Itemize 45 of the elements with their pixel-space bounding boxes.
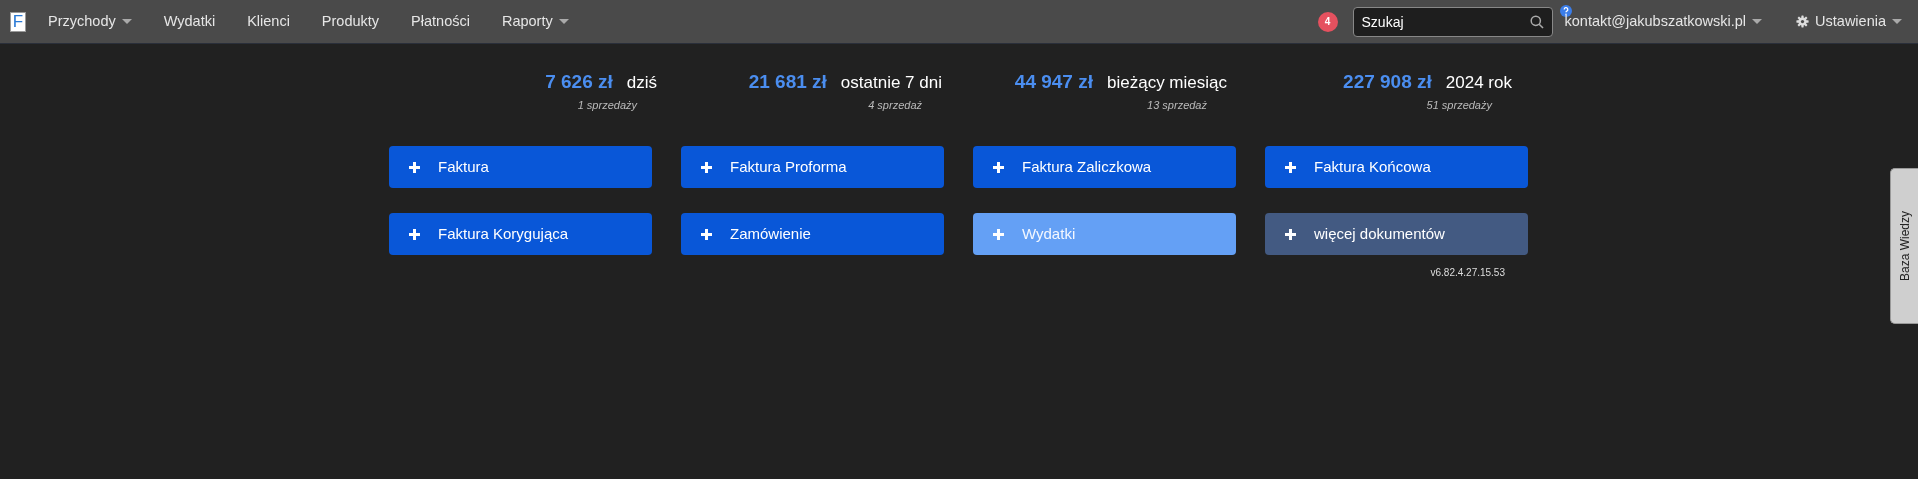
plus-icon <box>993 161 1004 173</box>
sales-amount: 227 908 zł <box>1343 70 1432 94</box>
period-label: dziś <box>626 72 657 94</box>
create-document-button[interactable]: Faktura Proforma <box>681 146 944 188</box>
nav-menu-item[interactable]: Wydatki <box>163 10 216 33</box>
plus-icon <box>409 228 420 240</box>
account-menu[interactable]: kontakt@jakubszatkowski.pl <box>1564 10 1763 33</box>
sales-amount: 7 626 zł <box>545 70 613 94</box>
create-document-button[interactable]: Faktura Końcowa <box>1265 146 1528 188</box>
create-document-button[interactable]: Faktura <box>389 146 652 188</box>
sales-amount: 44 947 zł <box>1014 70 1093 94</box>
create-document-button[interactable]: Faktura Korygująca <box>389 213 652 255</box>
plus-icon <box>1285 161 1296 173</box>
create-document-button[interactable]: Faktura Zaliczkowa <box>973 146 1236 188</box>
period-label: bieżący miesiąc <box>1107 72 1227 94</box>
settings-icon <box>1796 15 1810 28</box>
create-document-button[interactable]: Zamówienie <box>681 213 944 255</box>
version-text: v6.82.4.27.15.53 <box>1430 267 1505 278</box>
search-field[interactable]: Szukaj <box>1352 6 1553 37</box>
plus-icon <box>1285 228 1296 240</box>
search-icon[interactable] <box>1529 14 1544 29</box>
create-document-button[interactable]: więcej dokumentów <box>1265 213 1528 255</box>
plus-icon <box>701 161 712 173</box>
caret-icon <box>1752 19 1763 24</box>
caret-icon <box>1892 19 1902 24</box>
sales-count: 51 sprzedaży <box>1426 98 1492 111</box>
sales-amount: 21 681 zł <box>748 70 827 94</box>
plus-icon <box>409 161 420 173</box>
sales-count: 13 sprzedaż <box>1147 98 1207 111</box>
app-logo[interactable]: F <box>10 11 26 32</box>
nav-menu-item[interactable]: Płatności <box>411 10 470 33</box>
sales-count: 4 sprzedaż <box>868 98 922 111</box>
period-label: ostatnie 7 dni <box>840 72 942 94</box>
help-icon[interactable] <box>1559 4 1572 17</box>
plus-icon <box>993 228 1004 240</box>
knowledge-base-tab[interactable]: Baza Wiedzy <box>1890 168 1918 324</box>
notification-badge[interactable]: 4 <box>1317 11 1338 32</box>
nav-menu-item[interactable]: Przychody <box>48 10 132 33</box>
settings-menu[interactable]: Ustawienia <box>1796 10 1902 33</box>
period-label: 2024 rok <box>1445 72 1512 94</box>
plus-icon <box>701 228 712 240</box>
nav-menu-item[interactable]: Produkty <box>321 10 380 33</box>
nav-menu-item[interactable]: Klienci <box>247 10 290 33</box>
sales-count: 1 sprzedaży <box>577 98 637 111</box>
nav-menu-item[interactable]: Raporty <box>501 10 569 33</box>
